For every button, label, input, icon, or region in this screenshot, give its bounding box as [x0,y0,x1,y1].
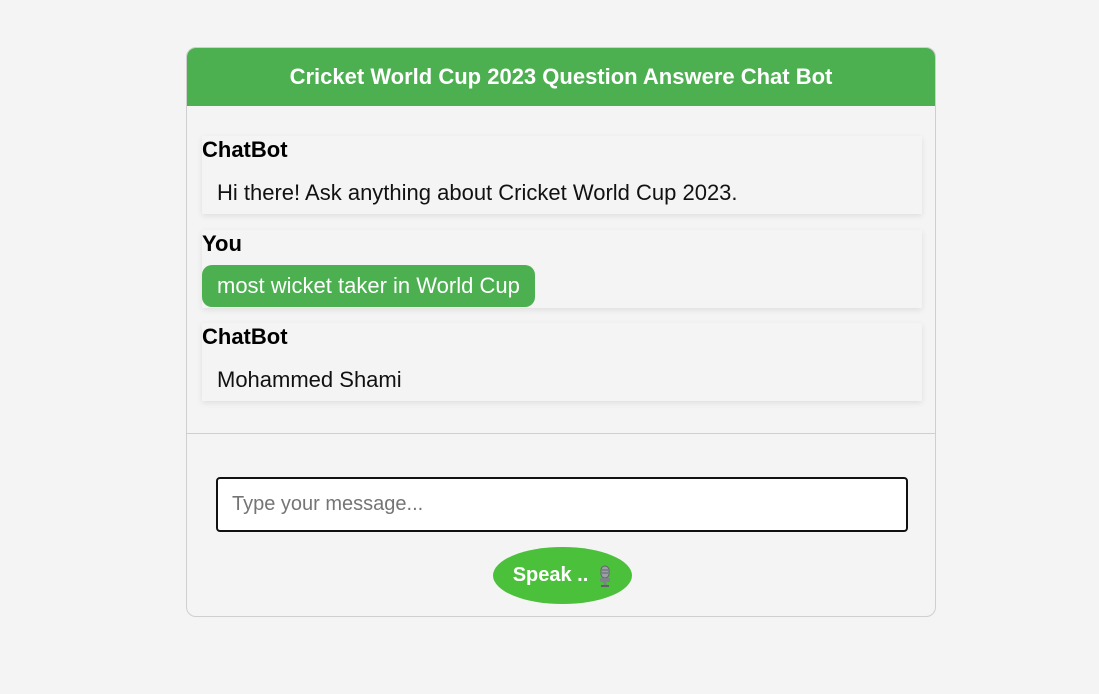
message-text: Hi there! Ask anything about Cricket Wor… [217,180,738,205]
bot-message: ChatBot Mohammed Shami [202,323,922,401]
bot-message: ChatBot Hi there! Ask anything about Cri… [202,136,922,214]
user-message-bubble: most wicket taker in World Cup [202,265,535,307]
chat-messages: ChatBot Hi there! Ask anything about Cri… [187,106,935,434]
message-sender: ChatBot [202,137,288,162]
message-sender: ChatBot [202,324,288,349]
speak-button-label: Speak .. [512,564,589,586]
message-text: Mohammed Shami [217,367,402,392]
page-title: Cricket World Cup 2023 Question Answere … [289,64,833,89]
chat-container: Cricket World Cup 2023 Question Answere … [186,47,936,617]
microphone-icon [598,565,612,587]
chat-header: Cricket World Cup 2023 Question Answere … [187,48,935,106]
speak-button[interactable]: Speak .. [493,547,632,604]
user-message: You most wicket taker in World Cup [202,230,922,308]
message-input[interactable] [216,477,908,532]
message-sender: You [202,231,242,256]
